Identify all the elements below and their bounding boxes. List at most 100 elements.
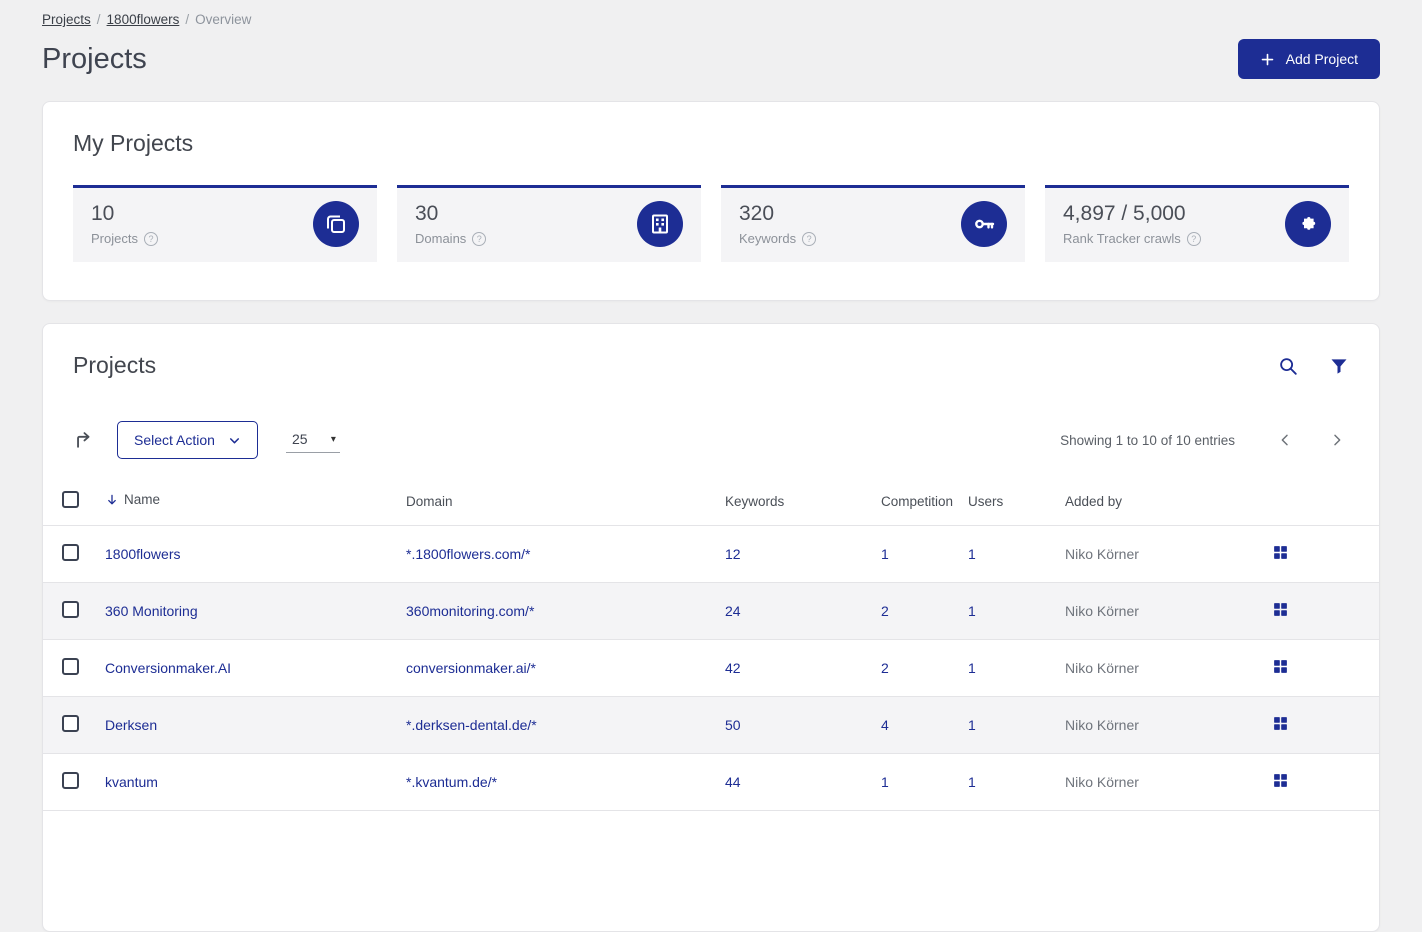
stat-text: 320 Keywords ?: [739, 202, 817, 246]
users-count-link[interactable]: 1: [968, 603, 976, 619]
column-header-users: Users: [968, 493, 1004, 509]
select-caret-icon: ▾: [330, 433, 336, 445]
projects-icon: [313, 201, 359, 247]
row-checkbox[interactable]: [62, 544, 79, 561]
added-by: Niko Körner: [1065, 753, 1266, 811]
chevron-left-icon[interactable]: [1277, 432, 1293, 448]
keywords-count-link[interactable]: 42: [725, 660, 741, 676]
users-count-link[interactable]: 1: [968, 660, 976, 676]
users-count-link[interactable]: 1: [968, 546, 976, 562]
column-header-name[interactable]: Name: [105, 492, 160, 507]
table-row: Conversionmaker.AI conversionmaker.ai/* …: [43, 639, 1379, 697]
stat-text: 4,897 / 5,000 Rank Tracker crawls ?: [1063, 202, 1201, 246]
table-toolbar: Select Action 25 ▾ Showing 1 to 10 of 10…: [43, 421, 1379, 459]
project-domain-link[interactable]: *.derksen-dental.de/*: [406, 717, 537, 733]
dashboard-grid-icon[interactable]: [1272, 658, 1289, 675]
project-name-link[interactable]: Conversionmaker.AI: [105, 660, 231, 676]
dashboard-grid-icon[interactable]: [1272, 715, 1289, 732]
stats-row: 10 Projects ? 30 Domains ? 320 Keywords …: [73, 185, 1349, 262]
plus-icon: [1260, 52, 1275, 67]
stat-card: 320 Keywords ?: [721, 185, 1025, 262]
added-by: Niko Körner: [1065, 582, 1266, 640]
column-header-added-by: Added by: [1065, 493, 1123, 509]
stat-value: 10: [91, 202, 115, 225]
project-domain-link[interactable]: conversionmaker.ai/*: [406, 660, 536, 676]
dashboard-grid-icon[interactable]: [1272, 601, 1289, 618]
stat-label: Domains: [415, 231, 467, 246]
stat-value: 320: [739, 202, 775, 225]
my-projects-title: My Projects: [73, 130, 194, 156]
breadcrumb-separator: /: [185, 12, 190, 27]
keywords-count-link[interactable]: 12: [725, 546, 741, 562]
table-row: 360 Monitoring 360monitoring.com/* 24 2 …: [43, 582, 1379, 640]
dashboard-grid-icon[interactable]: [1272, 544, 1289, 561]
stat-text: 10 Projects ?: [91, 202, 158, 246]
added-by: Niko Körner: [1065, 525, 1266, 583]
projects-card-header: Projects: [43, 352, 1379, 379]
keywords-count-link[interactable]: 44: [725, 774, 741, 790]
project-domain-link[interactable]: 360monitoring.com/*: [406, 603, 534, 619]
stat-label: Projects: [91, 231, 138, 246]
page-title: Projects: [42, 42, 147, 75]
keywords-count-link[interactable]: 50: [725, 717, 741, 733]
column-header-domain: Domain: [406, 493, 453, 509]
select-action-label: Select Action: [134, 432, 215, 448]
breadcrumb-projects[interactable]: Projects: [42, 12, 91, 27]
pagination: [1277, 432, 1345, 448]
column-header-actions: [1266, 481, 1379, 526]
project-domain-link[interactable]: *.1800flowers.com/*: [406, 546, 531, 562]
filter-icon[interactable]: [1329, 356, 1349, 376]
added-by: Niko Körner: [1065, 696, 1266, 754]
select-all-checkbox[interactable]: [62, 491, 79, 508]
help-icon[interactable]: ?: [143, 231, 158, 246]
stat-card: 10 Projects ?: [73, 185, 377, 262]
competition-count-link[interactable]: 1: [881, 774, 889, 790]
column-label-name: Name: [124, 492, 161, 508]
stat-value: 4,897 / 5,000: [1063, 202, 1186, 225]
select-action-dropdown[interactable]: Select Action: [117, 421, 258, 459]
keywords-count-link[interactable]: 24: [725, 603, 741, 619]
table-body: 1800flowers *.1800flowers.com/* 12 1 1 N…: [43, 525, 1379, 811]
help-icon[interactable]: ?: [472, 231, 487, 246]
domains-icon: [637, 201, 683, 247]
keywords-icon: [961, 201, 1007, 247]
export-icon[interactable]: [73, 429, 95, 451]
breadcrumb-project[interactable]: 1800flowers: [107, 12, 180, 27]
users-count-link[interactable]: 1: [968, 717, 976, 733]
row-checkbox[interactable]: [62, 601, 79, 618]
page-size-value: 25: [291, 431, 308, 447]
add-project-label: Add Project: [1285, 51, 1358, 67]
row-checkbox[interactable]: [62, 772, 79, 789]
row-checkbox[interactable]: [62, 658, 79, 675]
table-header-row: Name Domain Keywords Competition Users A…: [43, 481, 1379, 526]
add-project-button[interactable]: Add Project: [1237, 39, 1380, 79]
project-name-link[interactable]: 1800flowers: [105, 546, 181, 562]
dashboard-grid-icon[interactable]: [1272, 772, 1289, 789]
projects-card: Projects Select Action 25 ▾ Showing 1 to…: [42, 323, 1380, 932]
project-name-link[interactable]: Derksen: [105, 717, 157, 733]
chevron-down-icon: [228, 434, 241, 447]
stat-text: 30 Domains ?: [415, 202, 487, 246]
project-name-link[interactable]: 360 Monitoring: [105, 603, 198, 619]
breadcrumb: Projects / 1800flowers / Overview: [42, 12, 1380, 27]
stat-label: Rank Tracker crawls: [1063, 231, 1181, 246]
page-size-select[interactable]: 25 ▾: [285, 427, 340, 453]
project-name-link[interactable]: kvantum: [105, 774, 158, 790]
help-icon[interactable]: ?: [1186, 231, 1201, 246]
help-icon[interactable]: ?: [802, 231, 817, 246]
column-header-keywords: Keywords: [725, 493, 785, 509]
sort-descending-icon: [105, 493, 119, 507]
users-count-link[interactable]: 1: [968, 774, 976, 790]
competition-count-link[interactable]: 4: [881, 717, 889, 733]
competition-count-link[interactable]: 1: [881, 546, 889, 562]
search-icon[interactable]: [1277, 355, 1299, 377]
showing-entries-text: Showing 1 to 10 of 10 entries: [1060, 432, 1235, 448]
stat-label: Keywords: [739, 231, 797, 246]
competition-count-link[interactable]: 2: [881, 603, 889, 619]
competition-count-link[interactable]: 2: [881, 660, 889, 676]
project-domain-link[interactable]: *.kvantum.de/*: [406, 774, 497, 790]
chevron-right-icon[interactable]: [1329, 432, 1345, 448]
breadcrumb-current: Overview: [195, 12, 252, 27]
row-checkbox[interactable]: [62, 715, 79, 732]
stat-value: 30: [415, 202, 439, 225]
